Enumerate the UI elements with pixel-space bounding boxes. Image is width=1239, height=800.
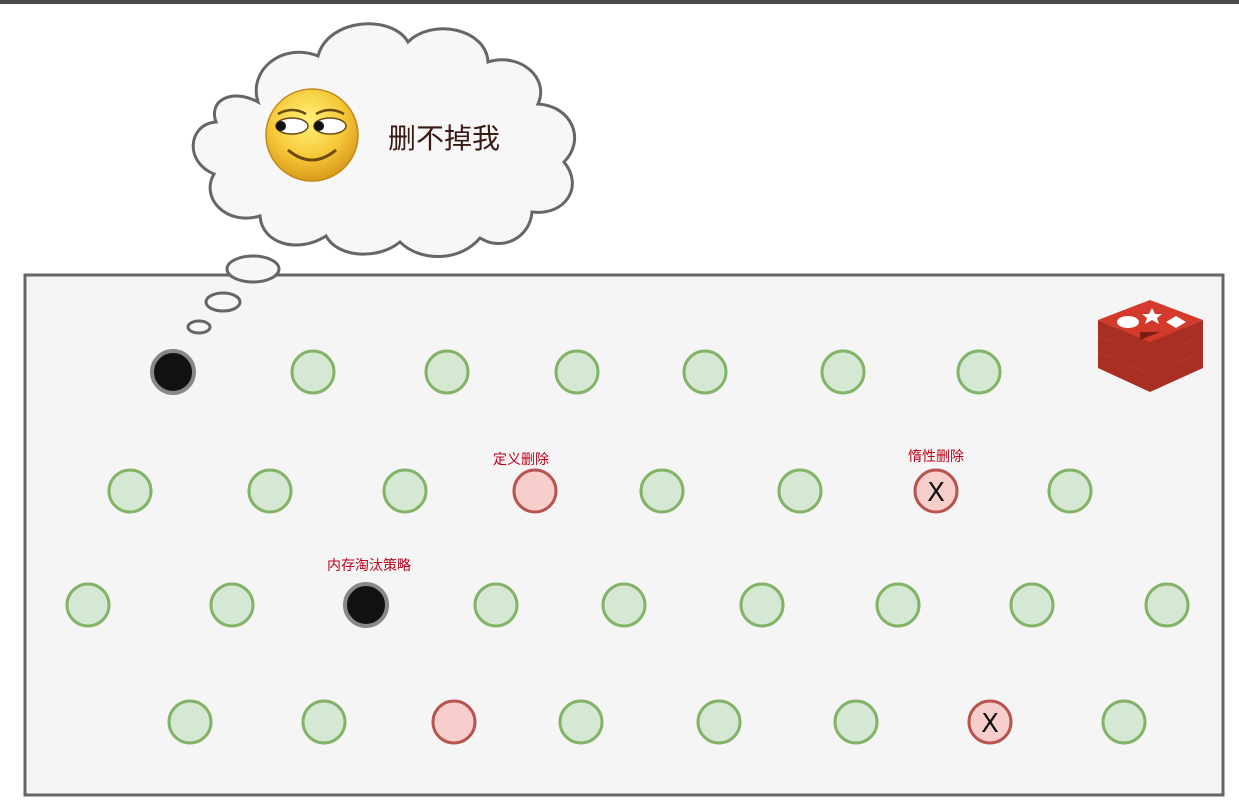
key-circle-normal (1009, 582, 1055, 628)
key-circle-normal (558, 699, 604, 745)
key-circle-normal (473, 582, 519, 628)
redis-key-deletion-diagram: 删不掉我 X X 定义删除 惰性删除 内存淘汰策略 (23, 22, 1225, 797)
key-circle-normal (833, 699, 879, 745)
key-circle-normal (639, 468, 685, 514)
key-circle-normal (554, 349, 600, 395)
smirking-face-icon (265, 88, 359, 182)
x-mark: X (927, 478, 945, 508)
key-circle-evicted (343, 582, 389, 628)
label-define-delete: 定义删除 (493, 452, 549, 468)
key-circle-normal (875, 582, 921, 628)
key-circle-deleted (431, 699, 477, 745)
key-circle-deleted (512, 468, 558, 514)
key-circle-normal (167, 699, 213, 745)
key-circle-normal (301, 699, 347, 745)
key-circle-normal (247, 468, 293, 514)
diagram-canvas: 删不掉我 X X 定义删除 惰性删除 内存淘汰策略 (0, 0, 1239, 800)
key-circle-normal (777, 468, 823, 514)
key-circle-normal (696, 699, 742, 745)
key-circle-normal (290, 349, 336, 395)
label-memory-eviction: 内存淘汰策略 (327, 557, 411, 574)
key-circle-normal (424, 349, 470, 395)
key-circle-normal (956, 349, 1002, 395)
key-circle-normal (820, 349, 866, 395)
x-mark: X (981, 709, 999, 739)
key-circle-normal (1144, 582, 1190, 628)
thought-dot-small (186, 319, 212, 335)
label-lazy-delete: 惰性删除 (908, 449, 964, 465)
key-circle-normal (601, 582, 647, 628)
key-circle-normal (209, 582, 255, 628)
key-circle-normal (739, 582, 785, 628)
key-circle-normal (382, 468, 428, 514)
key-circle-normal (1047, 468, 1093, 514)
thought-dot-large (225, 254, 281, 284)
key-circle-normal (107, 468, 153, 514)
key-circle-normal (65, 582, 111, 628)
key-circle-normal (682, 349, 728, 395)
thought-bubble-text: 删不掉我 (388, 122, 500, 155)
thought-dot-medium (204, 291, 242, 313)
key-circle-normal (1101, 699, 1147, 745)
key-circle-evicted (150, 349, 196, 395)
